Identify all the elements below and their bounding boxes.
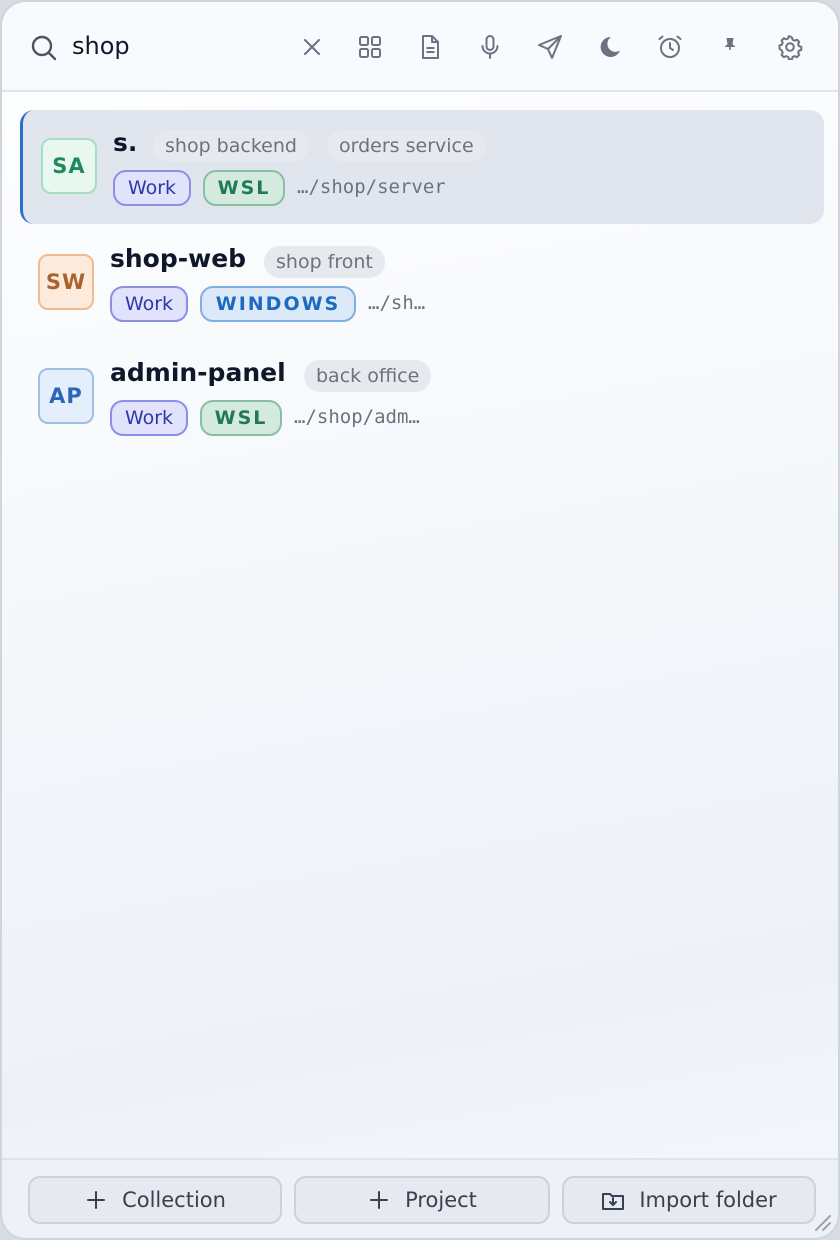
close-icon [304,39,320,55]
grid-icon [359,36,381,58]
send-icon [538,35,562,59]
add-project-button[interactable]: Project [294,1176,550,1224]
search-input[interactable] [72,28,272,64]
document-icon [422,35,439,59]
project-row[interactable]: SA s. shop backend orders service Work W… [20,110,824,224]
gear-icon [778,35,803,60]
description-chip: orders service [327,130,486,162]
send-button[interactable] [535,32,565,62]
pin-button[interactable] [715,32,745,62]
launcher-window: SA s. shop backend orders service Work W… [0,0,840,1240]
add-collection-label: Collection [122,1188,226,1212]
clear-search-button[interactable] [297,32,327,62]
timer-button[interactable] [655,32,685,62]
plus-icon [87,1191,106,1209]
import-folder-button[interactable]: Import folder [562,1176,816,1224]
avatar: SW [38,254,94,310]
collections-button[interactable] [355,32,385,62]
group-tag[interactable]: Work [110,400,188,436]
description-chip: shop front [264,246,385,278]
group-tag[interactable]: Work [113,170,191,206]
import-folder-label: Import folder [639,1188,777,1212]
footer-bar: Collection Project Import folder [2,1158,838,1238]
voice-button[interactable] [475,32,505,62]
avatar: AP [38,368,94,424]
theme-toggle-button[interactable] [595,32,625,62]
environment-tag[interactable]: WSL [203,170,285,206]
plus-icon [370,1191,389,1209]
settings-button[interactable] [775,32,805,62]
project-path: …/shop/adm… [294,406,420,428]
project-row[interactable]: SW shop-web shop front Work WINDOWS …/sh… [20,226,824,340]
project-path: …/sh… [368,292,426,314]
add-project-label: Project [405,1188,477,1212]
description-chip: shop backend [153,130,309,162]
notes-button[interactable] [415,32,445,62]
add-collection-button[interactable]: Collection [28,1176,282,1224]
microphone-icon [481,35,499,59]
description-chip: back office [304,360,432,392]
alarm-icon [658,35,682,58]
group-tag[interactable]: Work [110,286,188,322]
project-row[interactable]: AP admin-panel back office Work WSL …/sh… [20,340,824,454]
project-path: …/shop/server [297,176,446,198]
environment-tag[interactable]: WSL [200,400,282,436]
search-bar [2,2,838,92]
pin-icon [724,38,736,50]
project-name: s. [113,128,138,157]
search-icon [31,35,57,61]
project-name: shop-web [110,244,247,273]
environment-tag[interactable]: WINDOWS [200,286,356,322]
resize-handle-icon[interactable] [810,1210,832,1232]
project-name: admin-panel [110,358,286,387]
folder-import-icon [602,1193,625,1210]
moon-icon [600,36,620,57]
avatar: SA [41,138,97,194]
